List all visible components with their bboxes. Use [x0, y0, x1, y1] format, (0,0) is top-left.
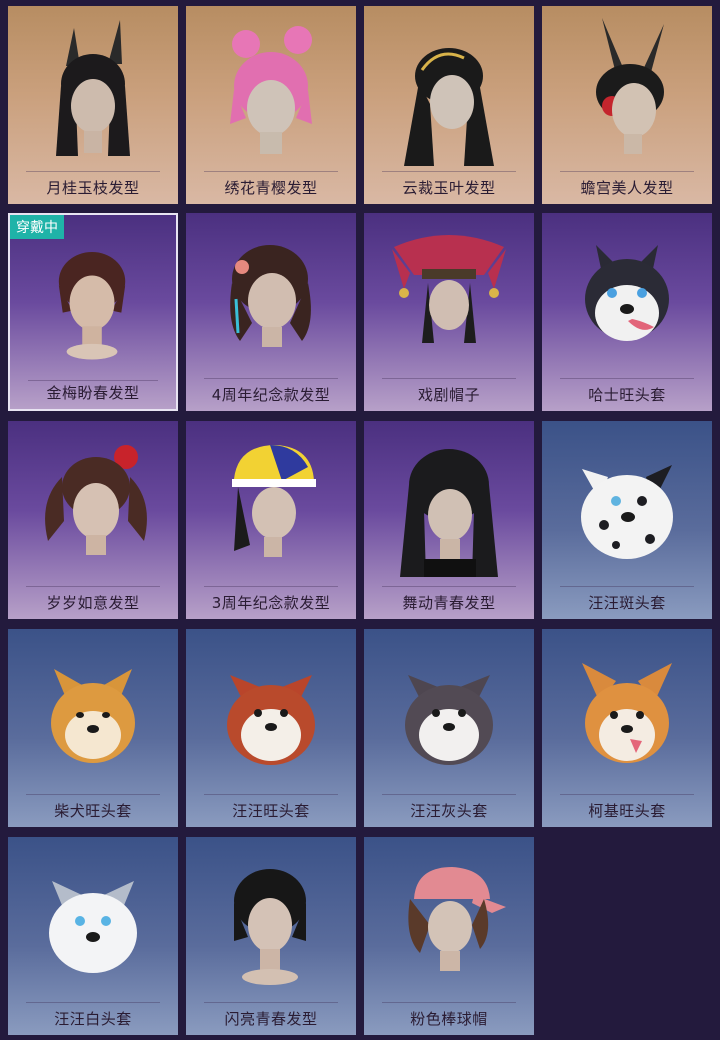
item-card[interactable]: 闪亮青春发型 — [186, 837, 356, 1035]
divider — [204, 1002, 338, 1003]
item-label: 舞动青春发型 — [402, 594, 496, 612]
item-card[interactable]: 月桂玉枝发型 — [8, 6, 178, 204]
item-label: 云裁玉叶发型 — [402, 179, 496, 197]
item-card[interactable]: 汪汪斑头套 — [542, 421, 712, 619]
item-label: 汪汪斑头套 — [588, 594, 666, 612]
item-card[interactable]: 绣花青樱发型 — [186, 6, 356, 204]
ornament-hairstyle-icon — [364, 6, 534, 166]
divider — [204, 171, 338, 172]
cap-hairstyle-icon — [186, 421, 356, 581]
item-card[interactable]: 汪汪白头套 — [8, 837, 178, 1035]
item-label: 蟾宫美人发型 — [580, 179, 674, 197]
item-card[interactable]: 哈士旺头套 — [542, 213, 712, 411]
divider — [382, 1002, 516, 1003]
divider — [560, 171, 694, 172]
item-label: 4周年纪念款发型 — [211, 386, 331, 404]
pink-bun-hairstyle-icon — [186, 6, 356, 166]
item-label: 粉色棒球帽 — [410, 1010, 488, 1028]
item-card[interactable]: 云裁玉叶发型 — [364, 6, 534, 204]
item-label: 汪汪灰头套 — [410, 802, 488, 820]
wavy-hairstyle-icon — [186, 213, 356, 373]
divider — [26, 171, 160, 172]
short-black-hairstyle-icon — [186, 837, 356, 997]
item-card[interactable]: 3周年纪念款发型 — [186, 421, 356, 619]
corgi-mask-icon — [542, 629, 712, 789]
item-label: 柴犬旺头套 — [54, 802, 132, 820]
bunny-ears-hairstyle-icon — [8, 6, 178, 166]
divider — [382, 794, 516, 795]
rabbit-headdress-hairstyle-icon — [542, 6, 712, 166]
dalmatian-mask-icon — [542, 421, 712, 581]
item-label: 绣花青樱发型 — [224, 179, 318, 197]
item-card[interactable]: 蟾宫美人发型 — [542, 6, 712, 204]
divider — [28, 380, 158, 381]
divider — [204, 794, 338, 795]
grey-dog-mask-icon — [364, 629, 534, 789]
item-card-equipped[interactable]: 穿戴中 金梅盼春发型 — [8, 213, 178, 411]
item-label: 闪亮青春发型 — [224, 1010, 318, 1028]
item-card[interactable]: 粉色棒球帽 — [364, 837, 534, 1035]
white-dog-mask-icon — [8, 837, 178, 997]
item-card[interactable]: 舞动青春发型 — [364, 421, 534, 619]
item-card[interactable]: 汪汪旺头套 — [186, 629, 356, 827]
item-label: 3周年纪念款发型 — [211, 594, 331, 612]
item-label: 月桂玉枝发型 — [46, 179, 140, 197]
shiba-mask-icon — [8, 629, 178, 789]
divider — [560, 378, 694, 379]
bangs-hairstyle-icon — [364, 421, 534, 581]
divider — [560, 794, 694, 795]
item-label: 柯基旺头套 — [588, 802, 666, 820]
item-label: 汪汪白头套 — [54, 1010, 132, 1028]
divider — [204, 586, 338, 587]
divider — [382, 378, 516, 379]
divider — [26, 794, 160, 795]
item-label: 金梅盼春发型 — [46, 384, 140, 402]
divider — [26, 586, 160, 587]
item-card[interactable]: 柴犬旺头套 — [8, 629, 178, 827]
item-label: 岁岁如意发型 — [46, 594, 140, 612]
jester-hat-icon — [364, 213, 534, 373]
item-card[interactable]: 柯基旺头套 — [542, 629, 712, 827]
item-label: 汪汪旺头套 — [232, 802, 310, 820]
pigtail-hairstyle-icon — [8, 421, 178, 581]
pink-cap-icon — [364, 837, 534, 997]
divider — [560, 586, 694, 587]
divider — [382, 171, 516, 172]
equipped-badge: 穿戴中 — [10, 215, 64, 239]
item-card[interactable]: 岁岁如意发型 — [8, 421, 178, 619]
husky-mask-icon — [542, 213, 712, 373]
item-card[interactable]: 4周年纪念款发型 — [186, 213, 356, 411]
divider — [26, 1002, 160, 1003]
item-label: 戏剧帽子 — [417, 386, 480, 404]
item-label: 哈士旺头套 — [588, 386, 666, 404]
divider — [382, 586, 516, 587]
item-card[interactable]: 汪汪灰头套 — [364, 629, 534, 827]
divider — [204, 378, 338, 379]
red-dog-mask-icon — [186, 629, 356, 789]
item-grid: 月桂玉枝发型 绣花青樱发型 云裁玉叶发型 蟾宫美人发型 穿戴中 金梅盼春发型 4… — [0, 0, 720, 1040]
item-card[interactable]: 戏剧帽子 — [364, 213, 534, 411]
short-bob-hairstyle-icon — [10, 215, 176, 375]
